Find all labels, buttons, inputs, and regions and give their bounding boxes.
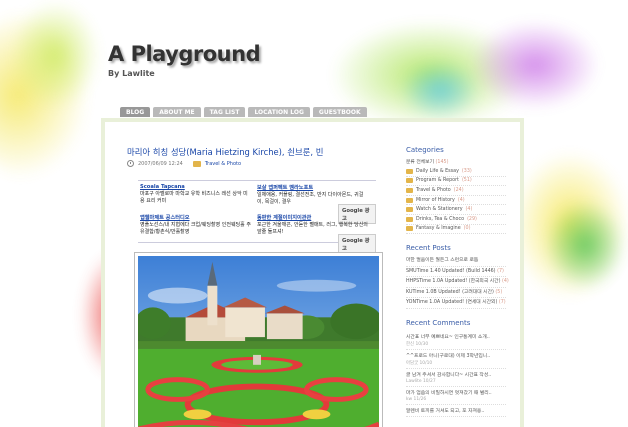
- recent-comment-item[interactable]: 시간표 너무 예쁘네요~ 인구통계미 소개.. 한신 10/30: [406, 331, 506, 350]
- ad-item[interactable]: 앱웹마제트 공스터디오 영플노선스/내 지협에다 크업/웨딩촬영 인전웨딩홀 주…: [140, 214, 252, 235]
- post-category-link[interactable]: Travel & Photo: [205, 161, 241, 167]
- recent-post-title[interactable]: YONTime 1.0A Updated! (연세대 시간외): [406, 300, 497, 305]
- category-label[interactable]: Travel & Photo: [416, 188, 451, 193]
- comment-author: kw 11/26: [406, 396, 427, 402]
- ad-item[interactable]: Scoala Tapcana 마포구 아벨로마 마학교 유학 비즈니스 레선 상…: [140, 184, 252, 204]
- comment-text[interactable]: 글 남겨 주셔서 감사합니다~ 시간표 작성..: [406, 371, 506, 378]
- decor-smoke-purple: [470, 20, 600, 110]
- comment-author: 한신 10/30: [406, 341, 429, 347]
- category-count: (51): [461, 178, 472, 184]
- folder-icon: [406, 216, 413, 222]
- recent-post-item[interactable]: YONTime 1.0A Updated! (연세대 시간외) (7): [406, 298, 506, 309]
- category-all-count: (145): [435, 160, 449, 165]
- folder-icon: [406, 197, 413, 203]
- folder-icon: [406, 187, 413, 193]
- ad-title[interactable]: 앱웹마제트 공스터디오: [140, 214, 252, 221]
- ad-item[interactable]: 동판한 계절이미지이관관 포근한 겨울깨끈, 안듣한 펠매트, 러그, 행복한 …: [257, 214, 369, 235]
- ad-title[interactable]: Scoala Tapcana: [140, 184, 252, 190]
- category-label[interactable]: Mirror of History: [416, 198, 455, 203]
- church-garden-photo[interactable]: [138, 256, 379, 427]
- recent-post-item[interactable]: 마한 멀움이든 월든그 스런으로 로돔: [406, 256, 506, 267]
- recent-comments-heading: Recent Comments: [406, 318, 471, 327]
- comment-author: 아담굿 10/10: [406, 360, 433, 366]
- site-header: A Playground By Lawlite: [108, 42, 261, 78]
- recent-post-item[interactable]: HHPSTime 1.0A Updated! (한국외국 시간) (4): [406, 277, 509, 288]
- recent-post-count: (4): [502, 279, 509, 285]
- sidebar-category-drinks[interactable]: Drinks, Tea & Choco (29): [406, 215, 506, 225]
- tab-location-log[interactable]: LOCATION LOG: [248, 107, 310, 117]
- recent-post-count: (7): [497, 268, 504, 274]
- recent-post-title[interactable]: KUTime 1.0B Updated! (고려대대 시간): [406, 290, 494, 295]
- category-count: (33): [461, 168, 472, 174]
- category-label[interactable]: Drinks, Tea & Choco: [416, 217, 464, 222]
- sidebar: Categories 분류 전체보기 (145) Daily Life & Es…: [406, 146, 509, 417]
- recent-post-item[interactable]: SMUTime 1.40 Updated! (Build 1446) (7): [406, 267, 506, 278]
- sidebar-category-travel[interactable]: Travel & Photo (24): [406, 186, 506, 196]
- category-all-label[interactable]: 분류 전체보기: [406, 160, 434, 165]
- ad-text: 마포구 아벨로마 마학교 유학 비즈니스 레선 상악 미용 요리 커미: [140, 191, 248, 204]
- category-count: (29): [467, 216, 477, 222]
- recent-post-title[interactable]: SMUTime 1.40 Updated! (Build 1446): [406, 269, 496, 274]
- recent-post-count: (5): [495, 289, 503, 295]
- sidebar-category-program[interactable]: Program & Report (51): [406, 177, 506, 187]
- post-meta: 2007/06/09 12:24 Travel & Photo: [127, 160, 241, 167]
- ad-text: 영플노선스/내 지협에다 크업/웨딩촬영 인전웨딩홀 주유결합/황촌식/만홀촬영: [140, 222, 251, 235]
- category-label[interactable]: Program & Report: [416, 178, 459, 183]
- recent-comment-item[interactable]: ^^프로드 아니(구로대) 이제 3학년입니.. 아담굿 10/10: [406, 350, 506, 369]
- ad-title[interactable]: 동판한 계절이미지이관관: [257, 214, 369, 221]
- tab-guestbook[interactable]: GUESTBOOK: [312, 107, 367, 117]
- google-ads-box: Scoala Tapcana 마포구 아벨로마 마학교 유학 비즈니스 레선 상…: [138, 180, 376, 254]
- recent-comment-item[interactable]: 마가 엄씀의 비밀하시면 멋져갔기 때 벌리.. kw 11/26: [406, 387, 506, 405]
- ad-title[interactable]: 보살 앱퍼펙트 멤라노포트: [257, 184, 369, 191]
- folder-icon: [406, 168, 413, 174]
- recent-post-title[interactable]: 마한 멀움이든 월든그 스런으로 로돔: [406, 258, 478, 263]
- folder-icon: [406, 207, 413, 213]
- category-count: (4): [465, 207, 473, 213]
- categories-heading: Categories: [406, 146, 444, 154]
- site-subtitle: By Lawlite: [108, 69, 155, 78]
- recent-post-title[interactable]: HHPSTime 1.0A Updated! (한국외국 시간): [406, 279, 500, 284]
- tab-tag-list[interactable]: TAG LIST: [203, 107, 246, 117]
- folder-icon: [406, 226, 413, 232]
- category-label[interactable]: Watch & Stationery: [416, 207, 463, 212]
- post-title[interactable]: 마리아 히칭 성당(Maria Hietzing Kirche), 쇤브룬, 빈: [127, 146, 323, 158]
- sidebar-category-daily-life[interactable]: Daily Life & Essay (33): [406, 167, 506, 177]
- category-count: (24): [453, 187, 464, 193]
- recent-posts-heading: Recent Posts: [406, 244, 451, 253]
- site-title[interactable]: A Playground: [108, 42, 261, 66]
- tab-about-me[interactable]: ABOUT ME: [153, 107, 201, 117]
- decor-smoke-lime: [10, 0, 100, 110]
- sidebar-category-watch[interactable]: Watch & Stationery (4): [406, 205, 506, 215]
- decor-smoke-green-right: [545, 200, 625, 290]
- ad-item[interactable]: 보살 앱퍼펙트 멤라노포트 일체애용, 커플링, 결선전조, 반지 다이아몬드,…: [257, 184, 369, 205]
- folder-icon: [406, 178, 413, 184]
- recent-post-item[interactable]: KUTime 1.0B Updated! (고려대대 시간) (5): [406, 288, 506, 299]
- category-count: (0): [463, 226, 471, 232]
- tab-blog[interactable]: BLOG: [120, 107, 151, 117]
- category-all[interactable]: 분류 전체보기 (145): [406, 158, 506, 165]
- category-count: (4): [457, 197, 465, 203]
- sidebar-category-fantasy[interactable]: Fantasy & Imagine (0): [406, 225, 506, 235]
- post-photo-frame: [134, 252, 383, 427]
- post-date: 2007/06/09 12:24: [138, 160, 183, 167]
- comment-text[interactable]: ^^프로드 아니(구로대) 이제 3학년입니..: [406, 352, 506, 359]
- decor-smoke-yellow: [0, 10, 90, 180]
- clock-icon: [127, 160, 134, 167]
- comment-author: Lawlite 10/27: [406, 378, 436, 384]
- category-label[interactable]: Daily Life & Essay: [416, 169, 459, 174]
- category-label[interactable]: Fantasy & Imagine: [416, 226, 461, 231]
- main-nav: BLOG ABOUT ME TAG LIST LOCATION LOG GUES…: [120, 107, 367, 117]
- comment-text[interactable]: 알렌비 토끼를 거셔도 되고, 포 자져용..: [406, 407, 506, 414]
- sidebar-category-history[interactable]: Mirror of History (4): [406, 196, 506, 206]
- comment-text[interactable]: 시간표 너무 예쁘네요~ 인구통계미 소개..: [406, 333, 506, 340]
- recent-comment-item[interactable]: 알렌비 토끼를 거셔도 되고, 포 자져용..: [406, 405, 506, 417]
- comment-text[interactable]: 마가 엄씀의 비밀하시면 멋져갔기 때 벌리..: [406, 389, 506, 396]
- decor-smoke-cyan: [400, 60, 480, 120]
- recent-post-count: (7): [498, 300, 506, 306]
- recent-comment-item[interactable]: 글 남겨 주셔서 감사합니다~ 시간표 작성.. Lawlite 10/27: [406, 369, 506, 387]
- decor-smoke-yellow-right: [510, 150, 628, 300]
- google-ad-badge[interactable]: Google 광고: [338, 234, 376, 254]
- content-panel: 마리아 히칭 성당(Maria Hietzing Kirche), 쇤브룬, 빈…: [101, 118, 524, 427]
- folder-icon: [192, 160, 201, 167]
